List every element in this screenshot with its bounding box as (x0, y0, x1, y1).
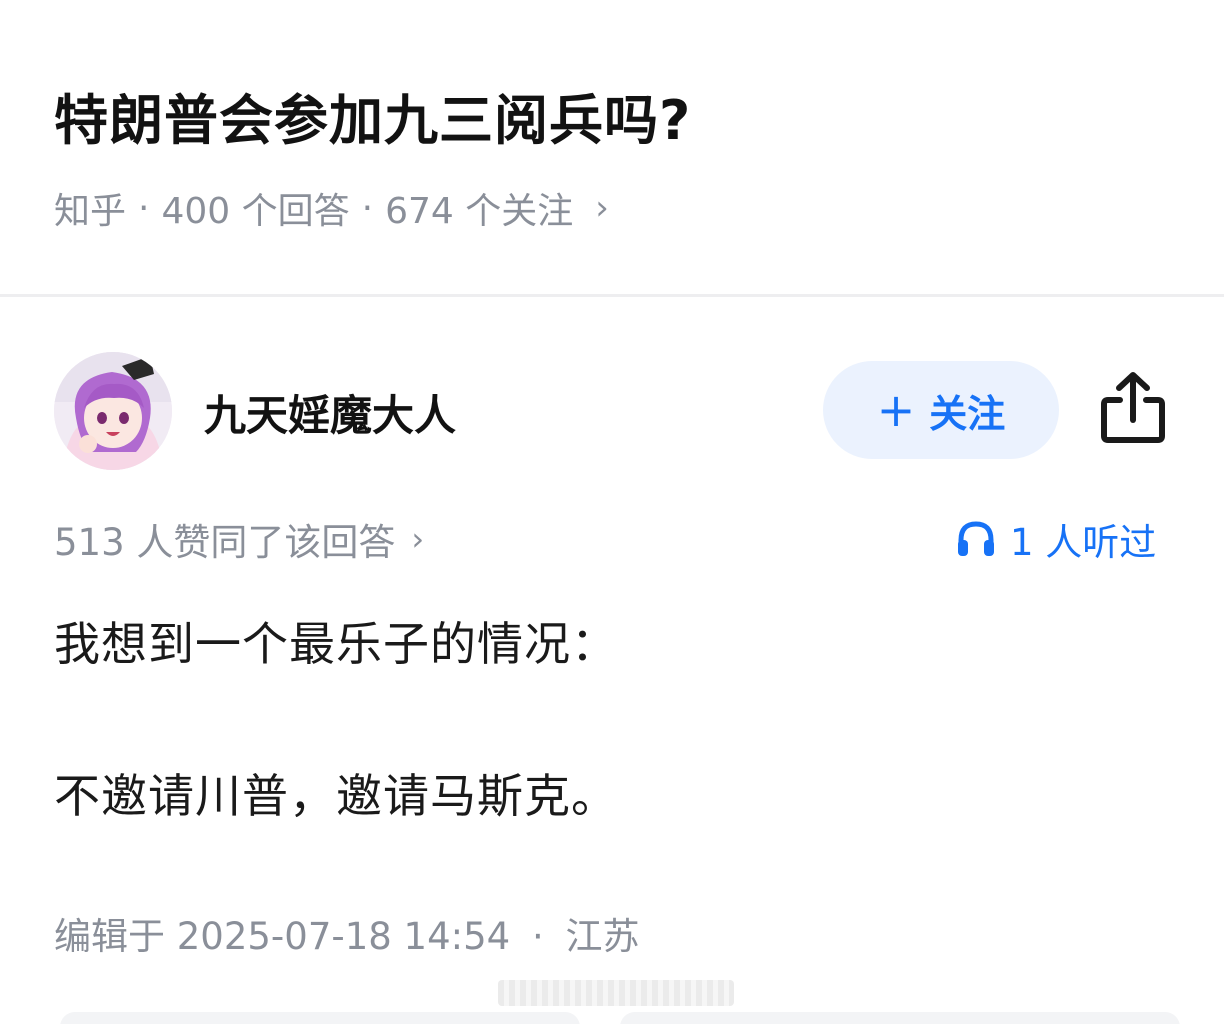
question-title[interactable]: 特朗普会参加九三阅兵吗? (54, 76, 691, 155)
answer-paragraph: 不邀请川普，邀请马斯克。 (54, 769, 618, 823)
edit-info: 编辑于 2025-07-18 14:54 · 江苏 (54, 906, 639, 960)
headphones-icon (958, 521, 994, 556)
followers-count: 674 个关注 (385, 191, 574, 232)
bottom-action-bar-left (60, 1012, 580, 1024)
avatar-image (54, 352, 172, 470)
source-label: 知乎 (54, 191, 127, 232)
upvote-count-text: 513 人赞同了该回答 (54, 521, 396, 564)
answer-paragraph: 我想到一个最乐子的情况： (54, 617, 618, 671)
question-meta[interactable]: 知乎 · 400 个回答 · 674 个关注 › (54, 182, 609, 234)
avatar[interactable] (54, 352, 172, 470)
bottom-action-bar-right (620, 1012, 1180, 1024)
location-label: 江苏 (565, 915, 640, 958)
chevron-right-icon: › (595, 188, 609, 228)
meta-separator: · (138, 187, 150, 229)
answer-page: 特朗普会参加九三阅兵吗? 知乎 · 400 个回答 · 674 个关注 › 九天… (0, 0, 1224, 1024)
answers-count: 400 个回答 (161, 191, 350, 232)
share-icon[interactable] (1098, 370, 1168, 444)
chevron-right-icon: › (411, 520, 425, 558)
listen-count-text: 1 人听过 (1010, 521, 1157, 564)
follow-button[interactable]: + 关注 (823, 361, 1059, 459)
section-divider (0, 294, 1224, 297)
author-name[interactable]: 九天婬魔大人 (204, 382, 456, 443)
follow-button-label: 关注 (929, 391, 1006, 436)
plus-icon: + (876, 383, 916, 437)
listen-info[interactable]: 1 人听过 (956, 512, 1156, 566)
meta-separator: · (361, 187, 374, 229)
meta-separator: · (531, 915, 544, 958)
edit-timestamp: 编辑于 2025-07-18 14:54 (54, 915, 511, 958)
watermark (498, 980, 734, 1006)
upvote-info[interactable]: 513 人赞同了该回答 › (54, 512, 424, 566)
